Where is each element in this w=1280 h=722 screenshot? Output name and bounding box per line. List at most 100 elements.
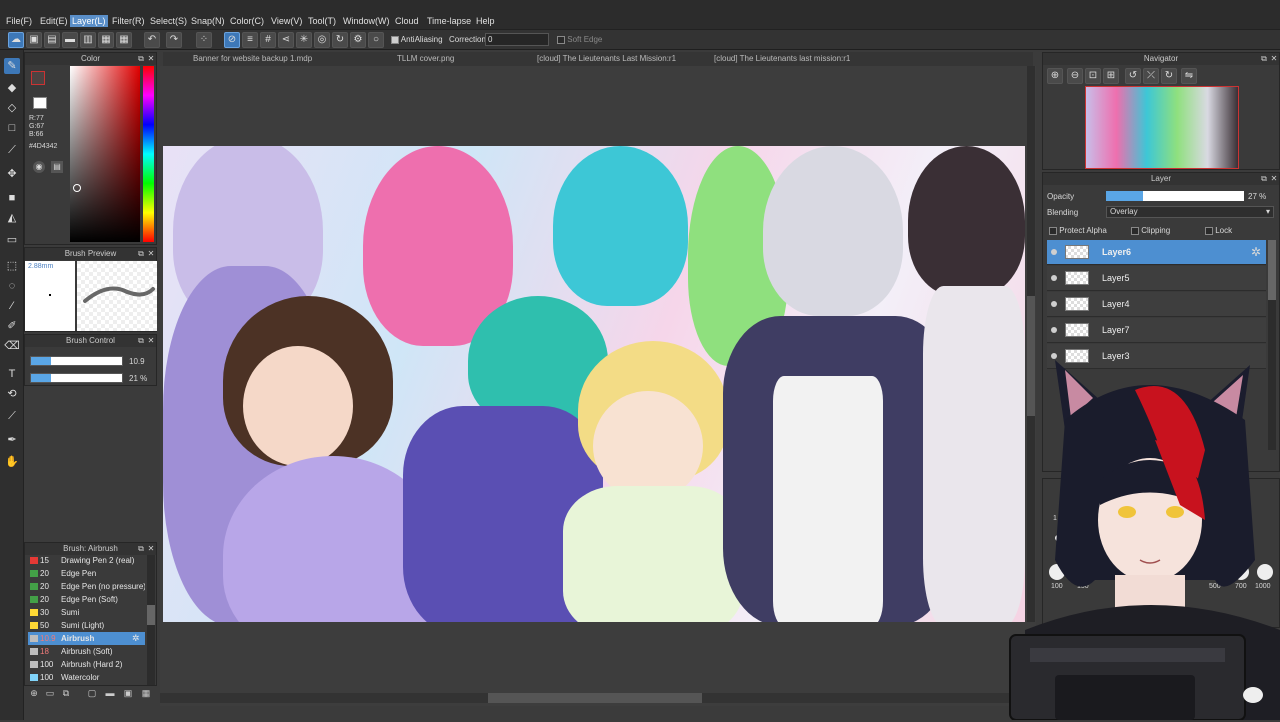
artwork-canvas[interactable] [163, 146, 1025, 622]
menu-help[interactable]: Help [474, 15, 497, 27]
menu-window[interactable]: Window(W) [341, 15, 392, 27]
navigator-thumbnail[interactable] [1085, 86, 1239, 169]
brush-list-scrollbar[interactable] [147, 555, 155, 685]
menu-timelapse[interactable]: Time-lapse [425, 15, 473, 27]
panel-popout-icon[interactable]: ⧉ [1260, 54, 1268, 63]
panel-popout-icon[interactable]: ⧉ [1260, 174, 1268, 183]
panel-popout-icon[interactable]: ⧉ [137, 54, 145, 63]
brush-settings-gear-icon[interactable]: ✲ [132, 633, 140, 644]
layer-row-selected[interactable]: Layer6 ✲ [1047, 240, 1266, 265]
brush-delete-icon[interactable]: ▦ [140, 687, 152, 699]
menu-file[interactable]: File(F) [4, 15, 34, 27]
gradient-tool-icon[interactable]: ▭ [4, 232, 20, 248]
protect-alpha-checkbox[interactable] [1049, 226, 1057, 235]
rotate-right-icon[interactable]: ↻ [1161, 68, 1177, 84]
lasso-tool-icon[interactable]: ◌ [4, 278, 20, 294]
move-tool-icon[interactable]: ✥ [4, 166, 20, 182]
lock-checkbox[interactable] [1205, 226, 1213, 235]
eraser2-tool-icon[interactable]: ◇ [4, 100, 20, 116]
rotate-left-icon[interactable]: ↺ [1125, 68, 1141, 84]
soft-edge-checkbox[interactable] [557, 35, 565, 44]
cloud-icon[interactable]: ☁ [8, 32, 24, 48]
zoom-fit-icon[interactable]: ⊡ [1085, 68, 1101, 84]
canvas-horizontal-scrollbar[interactable] [160, 693, 1036, 703]
snap-parallel-icon[interactable]: ≡ [242, 32, 258, 48]
foreground-swatch[interactable] [31, 71, 45, 85]
brush-item[interactable]: 18 Airbrush (Soft) [28, 645, 145, 658]
brush-tool-icon[interactable]: ✎ [4, 58, 20, 74]
snap-grid-icon[interactable]: # [260, 32, 276, 48]
visibility-eye-icon[interactable] [1051, 275, 1057, 281]
visibility-eye-icon[interactable] [1051, 249, 1057, 255]
eraser-tool-icon[interactable]: ◆ [4, 80, 20, 96]
panel-popout-icon[interactable]: ⧉ [137, 336, 145, 345]
new-file-icon[interactable]: ▣ [26, 32, 42, 48]
color-wheel-icon[interactable]: ◉ [33, 161, 45, 173]
brush-item[interactable]: 50 Sumi (Light) [28, 619, 145, 632]
tab-banner[interactable]: Banner for website backup 1.mdp [193, 54, 312, 63]
export-icon[interactable]: ▦ [98, 32, 114, 48]
brush-duplicate-icon[interactable]: ▣ [122, 687, 134, 699]
rect-tool-icon[interactable]: □ [4, 120, 20, 136]
correction-select[interactable]: 0 [485, 33, 549, 46]
open-icon[interactable]: ▤ [44, 32, 60, 48]
magic-wand-tool-icon[interactable]: ⁄ [4, 298, 20, 314]
tab-tllm-cover[interactable]: TLLM cover.png [397, 54, 454, 63]
brush-item[interactable]: 20 Edge Pen [28, 567, 145, 580]
brush-item[interactable]: 30 Sumi [28, 606, 145, 619]
text-tool-icon[interactable]: T [4, 366, 20, 382]
snap-curve-icon[interactable]: ↻ [332, 32, 348, 48]
panel-close-icon[interactable]: ✕ [1270, 54, 1278, 63]
panel-close-icon[interactable]: ✕ [147, 54, 155, 63]
eyedropper-tool-icon[interactable]: ⟋ [4, 408, 20, 424]
hand-tool-icon[interactable]: ✋ [4, 454, 20, 470]
hue-slider[interactable] [143, 66, 154, 242]
panel-close-icon[interactable]: ✕ [147, 336, 155, 345]
visibility-eye-icon[interactable] [1051, 301, 1057, 307]
brush-size-slider[interactable] [30, 356, 123, 366]
settings-icon[interactable]: ⚙ [350, 32, 366, 48]
color-slider-icon[interactable]: ▤ [51, 161, 63, 173]
brush-item[interactable]: 100 Watercolor [28, 671, 145, 684]
menu-layer[interactable]: Layer(L) [70, 15, 108, 27]
snap-vanish-icon[interactable]: ⋖ [278, 32, 294, 48]
color-picker-handle[interactable] [73, 184, 81, 192]
saturation-value-square[interactable] [70, 66, 140, 242]
menu-select[interactable]: Select(S) [148, 15, 189, 27]
add-brush-icon[interactable]: ⊕ [28, 687, 40, 699]
antialiasing-checkbox[interactable] [391, 35, 399, 44]
layer-settings-gear-icon[interactable]: ✲ [1251, 245, 1261, 259]
flip-icon[interactable]: ⇋ [1181, 68, 1197, 84]
line-tool-icon[interactable]: ⟋ [4, 142, 20, 158]
brush-item-selected[interactable]: 10.9 Airbrush ✲ [28, 632, 145, 645]
brush-open-folder-icon[interactable]: ▬ [104, 687, 116, 699]
tab-cloud-mission-2[interactable]: [cloud] The Lieutenants last mission:r1 [714, 54, 850, 63]
brush-item[interactable]: 100 Airbrush (Hard 2) [28, 658, 145, 671]
snap-radial-icon[interactable]: ✳ [296, 32, 312, 48]
menu-view[interactable]: View(V) [269, 15, 304, 27]
operation-tool-icon[interactable]: ⟲ [4, 386, 20, 402]
layer-row[interactable]: Layer5 [1047, 266, 1266, 291]
undo-icon[interactable]: ↶ [144, 32, 160, 48]
brush-item[interactable]: 20 Edge Pen (no pressure) [28, 580, 145, 593]
select-dots-icon[interactable]: ⁘ [196, 32, 212, 48]
zoom-actual-icon[interactable]: ⊞ [1103, 68, 1119, 84]
select-eraser-tool-icon[interactable]: ⌫ [4, 338, 20, 354]
background-swatch[interactable] [33, 97, 47, 109]
tab-cloud-mission-1[interactable]: [cloud] The Lieutenants Last Mission:r1 [537, 54, 676, 63]
brush-opacity-slider[interactable] [30, 373, 123, 383]
select-tool-icon[interactable]: ⬚ [4, 258, 20, 274]
rotate-reset-icon[interactable]: ⤫ [1143, 68, 1159, 84]
zoom-out-icon[interactable]: ⊖ [1067, 68, 1083, 84]
panel-close-icon[interactable]: ✕ [1270, 174, 1278, 183]
menu-tool[interactable]: Tool(T) [306, 15, 338, 27]
panel-popout-icon[interactable]: ⧉ [137, 249, 145, 258]
clipping-checkbox[interactable] [1131, 226, 1139, 235]
menu-cloud[interactable]: Cloud [393, 15, 421, 27]
brush-item[interactable]: 15 Drawing Pen 2 (real) [28, 554, 145, 567]
layer-row[interactable]: Layer4 [1047, 292, 1266, 317]
snap-circle-icon[interactable]: ◎ [314, 32, 330, 48]
panel-close-icon[interactable]: ✕ [147, 544, 155, 553]
fill-rect-tool-icon[interactable]: ■ [4, 190, 20, 206]
panel-popout-icon[interactable]: ⧉ [137, 544, 145, 553]
